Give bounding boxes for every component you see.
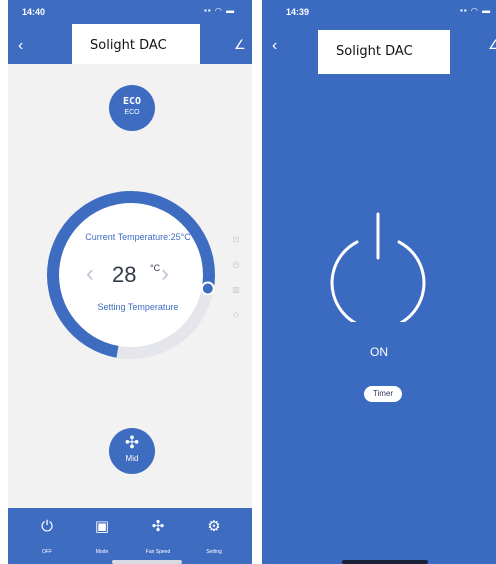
nav-setting-label: Setting xyxy=(206,549,222,555)
nav-mode-label: Mode xyxy=(95,549,109,555)
timer-button[interactable]: Timer xyxy=(364,386,402,402)
fan-icon: ✣ xyxy=(124,433,140,452)
left-phone-screen: 14:40 ▪▪ ◠ ▬ ‹ Solight DAC ∠ ECO ECO Cur… xyxy=(8,0,252,564)
clock-icon[interactable]: ◷ xyxy=(230,259,242,271)
home-indicator xyxy=(112,560,182,564)
right-phone-screen: 14:39 ▪▪ ◠ ▬ ‹ Solight DAC ∠ ON Timer xyxy=(262,0,496,564)
current-temperature-label: Current Temperature:25°C xyxy=(85,232,191,242)
nav-setting-button[interactable]: ⚙ Setting xyxy=(186,508,242,564)
temperature-unit: °C xyxy=(150,263,161,273)
set-temperature-value: 28 xyxy=(112,262,137,287)
grid-icon[interactable]: ▥ xyxy=(230,284,242,296)
back-chevron-icon[interactable]: ‹ xyxy=(272,38,277,54)
right-header-bar: 14:39 ▪▪ ◠ ▬ ‹ Solight DAC ∠ xyxy=(262,0,496,74)
edit-icon[interactable]: ∠ xyxy=(488,38,496,52)
power-state-label: ON xyxy=(370,345,388,359)
fan-speed-label: Mid xyxy=(125,454,139,463)
status-icons: ▪▪ ◠ ▬ xyxy=(460,6,492,15)
bottom-nav: ⏻ OFF ▣ Mode ✣ Fan Speed ⚙ Setting xyxy=(8,508,252,564)
dial-knob[interactable] xyxy=(200,281,215,296)
temperature-down-chevron-icon[interactable]: ‹ xyxy=(86,262,94,286)
gear-icon: ⚙ xyxy=(207,518,221,535)
nav-off-label: OFF xyxy=(42,549,52,555)
lock-icon[interactable]: ⊡ xyxy=(230,234,242,246)
setting-temperature-label: Setting Temperature xyxy=(97,302,179,312)
nav-fan-speed-label: Fan Speed xyxy=(145,549,171,555)
temperature-dial[interactable] xyxy=(8,0,252,400)
nav-mode-button[interactable]: ▣ Mode xyxy=(74,508,130,564)
nav-off-button[interactable]: ⏻ OFF xyxy=(19,508,75,564)
app-title: Solight DAC xyxy=(318,30,450,74)
drop-icon[interactable]: ◇ xyxy=(230,309,242,321)
home-indicator xyxy=(342,560,428,564)
status-time: 14:39 xyxy=(286,7,310,17)
fan-icon: ✣ xyxy=(151,518,165,535)
power-toggle-button[interactable] xyxy=(322,210,434,322)
temperature-up-chevron-icon[interactable]: › xyxy=(161,262,169,286)
power-icon: ⏻ xyxy=(41,518,53,535)
mode-icon: ▣ xyxy=(94,518,110,535)
fan-speed-button[interactable]: ✣ Mid xyxy=(109,428,155,474)
nav-fan-speed-button[interactable]: ✣ Fan Speed xyxy=(130,508,186,564)
